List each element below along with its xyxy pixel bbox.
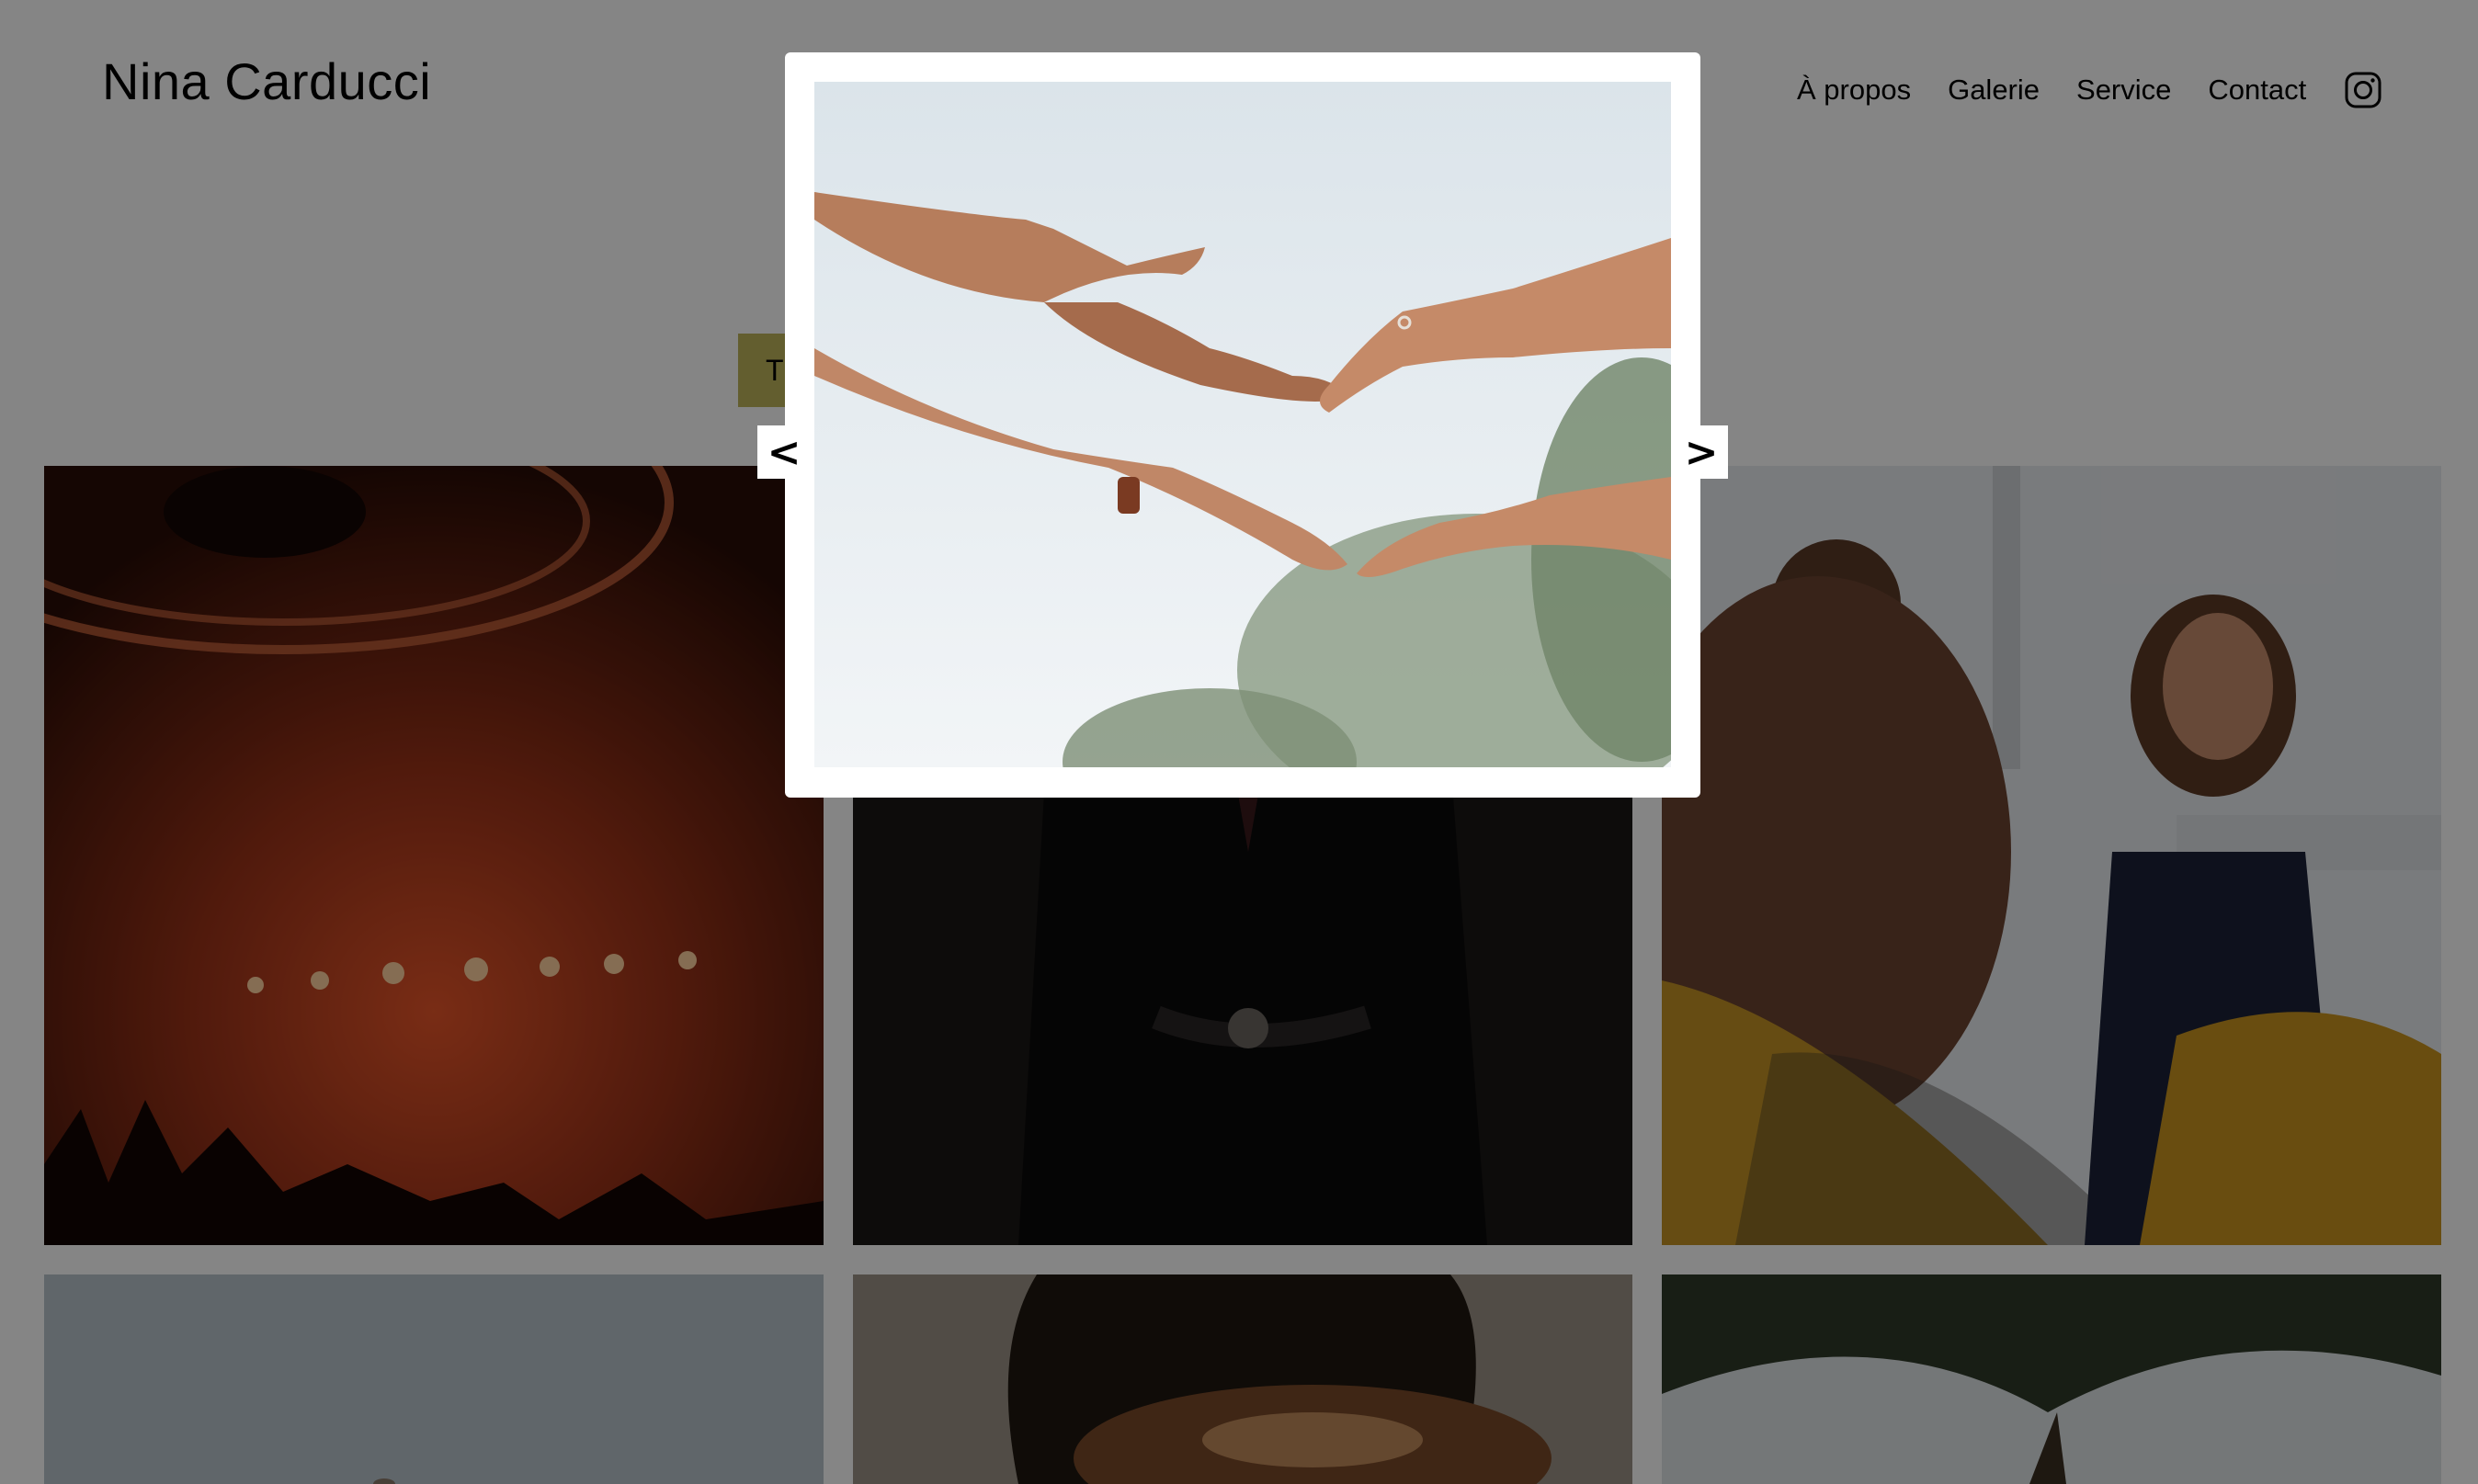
- lightbox-prev-button[interactable]: <: [757, 425, 811, 479]
- lightbox-next-button[interactable]: >: [1675, 425, 1728, 479]
- lightbox-image-hands: [814, 82, 1671, 767]
- lightbox-modal: [785, 52, 1700, 798]
